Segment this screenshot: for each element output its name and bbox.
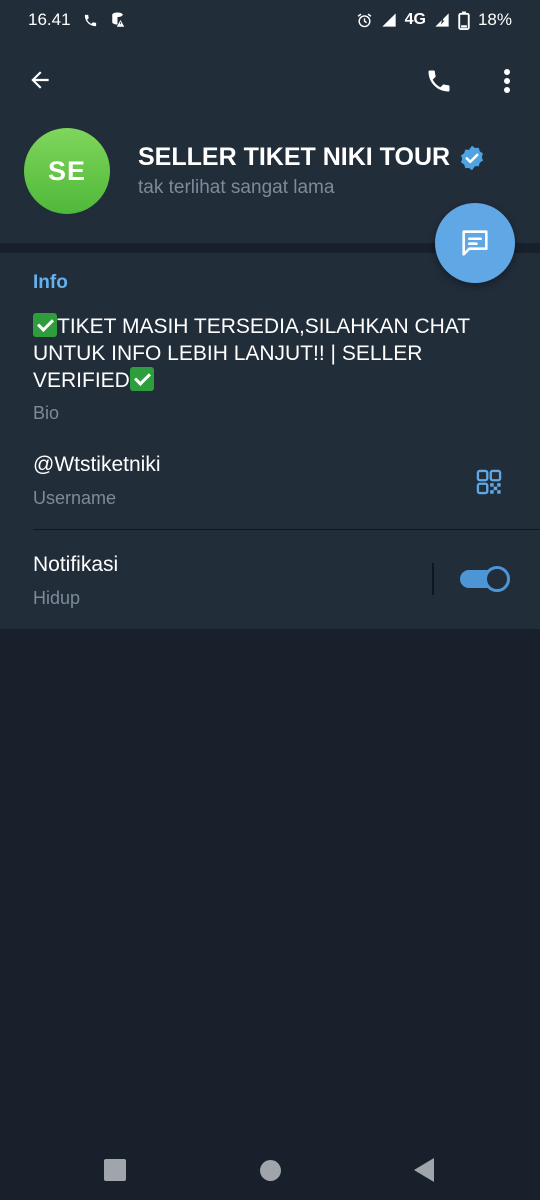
profile-name-row: SELLER TIKET NIKI TOUR <box>138 143 486 172</box>
check-mark-emoji-icon <box>129 367 154 391</box>
data-signal-icon <box>434 12 450 28</box>
username-value[interactable]: @Wtstiketniki <box>33 453 161 477</box>
more-vertical-icon <box>504 69 510 93</box>
home-button[interactable] <box>260 1160 281 1181</box>
system-nav-bar <box>0 1140 540 1200</box>
avatar[interactable]: SE <box>24 128 110 214</box>
info-section: Info TIKET MASIH TERSEDIA,SILAHKAN CHAT … <box>0 253 540 629</box>
phone-icon <box>428 70 450 92</box>
call-status-icon <box>83 13 98 28</box>
bio-text[interactable]: TIKET MASIH TERSEDIA,SILAHKAN CHAT UNTUK… <box>33 313 513 394</box>
status-bar: 16.41 4G 18% <box>0 0 540 40</box>
recents-button[interactable] <box>104 1159 126 1181</box>
toggle-knob <box>484 566 510 592</box>
message-icon <box>462 230 488 256</box>
arrow-left-icon <box>31 71 49 89</box>
username-label: Username <box>33 488 117 508</box>
network-type: 4G <box>404 11 426 28</box>
notifications-toggle[interactable] <box>460 566 510 592</box>
notifications-title[interactable]: Notifikasi <box>33 553 118 577</box>
battery-icon <box>458 10 470 30</box>
signal-icon <box>381 12 397 28</box>
avatar-initials: SE <box>47 155 87 186</box>
verified-badge-icon <box>458 144 486 172</box>
qr-code-button[interactable] <box>472 465 506 499</box>
check-mark-emoji-icon <box>33 313 57 337</box>
status-left: 16.41 <box>28 10 128 30</box>
call-button[interactable] <box>420 62 458 100</box>
bio-label: Bio <box>33 403 60 423</box>
status-right: 4G 18% <box>356 10 512 30</box>
vertical-separator <box>432 563 434 595</box>
message-fab[interactable] <box>435 203 515 283</box>
profile-name: SELLER TIKET NIKI TOUR <box>138 143 451 171</box>
profile-screen: 16.41 4G 18% SE SELLER TIKET NIKI TOUR t… <box>0 0 540 1200</box>
storage-warning-icon <box>110 11 128 29</box>
divider <box>33 529 540 530</box>
back-button[interactable] <box>22 62 58 98</box>
qr-code-icon <box>476 469 502 495</box>
back-nav-button[interactable] <box>414 1158 434 1182</box>
status-time: 16.41 <box>28 10 71 29</box>
more-options-button[interactable] <box>492 62 522 100</box>
info-section-title: Info <box>33 272 68 293</box>
alarm-icon <box>356 12 373 29</box>
last-seen-status: tak terlihat sangat lama <box>138 177 335 198</box>
bio-value: TIKET MASIH TERSEDIA,SILAHKAN CHAT UNTUK… <box>33 315 470 392</box>
battery-percent: 18% <box>477 10 512 29</box>
notifications-status: Hidup <box>33 588 81 608</box>
